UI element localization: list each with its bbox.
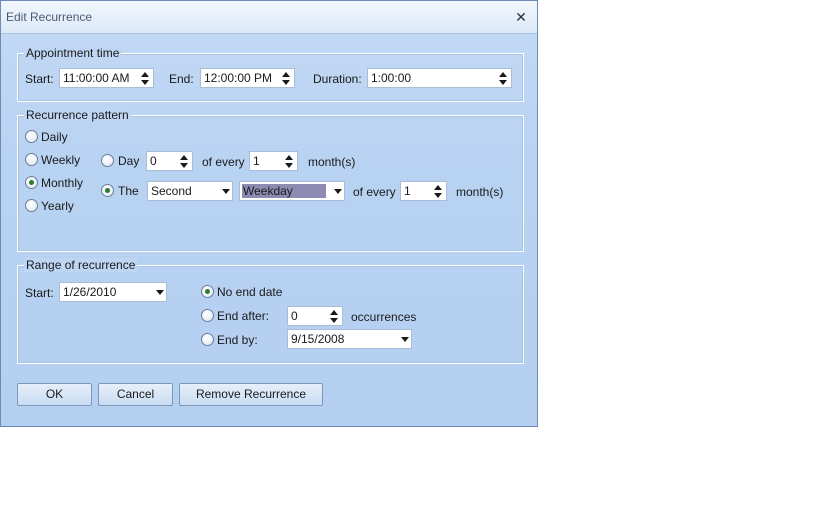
recurrence-pattern-legend: Recurrence pattern <box>24 108 131 122</box>
spin-up-icon[interactable] <box>434 185 442 190</box>
the-months-label: month(s) <box>456 185 504 199</box>
range-start-label: Start: <box>25 286 54 300</box>
duration-input[interactable]: 1:00:00 <box>367 68 512 88</box>
duration-value: 1:00:00 <box>371 71 412 85</box>
day-of-every-label: of every <box>202 155 245 169</box>
duration-label: Duration: <box>313 72 362 86</box>
day-months-spinner[interactable] <box>282 153 296 169</box>
start-time-label: Start: <box>25 72 54 86</box>
spin-down-icon[interactable] <box>285 163 293 168</box>
the-of-every-label: of every <box>353 185 396 199</box>
spin-down-icon[interactable] <box>282 80 290 85</box>
spin-down-icon[interactable] <box>141 80 149 85</box>
day-option-label[interactable]: Day <box>118 154 139 168</box>
end-after-label[interactable]: End after: <box>217 309 269 323</box>
end-time-value: 12:00:00 PM <box>204 71 273 85</box>
close-icon[interactable]: ✕ <box>511 8 531 26</box>
day-months-input[interactable]: 1 <box>249 151 298 171</box>
start-time-value: 11:00:00 AM <box>63 71 130 85</box>
spin-down-icon[interactable] <box>434 193 442 198</box>
occurrences-value: 0 <box>291 309 298 323</box>
spin-up-icon[interactable] <box>330 310 338 315</box>
spin-up-icon[interactable] <box>180 155 188 160</box>
the-option-label[interactable]: The <box>118 184 139 198</box>
title-bar: Edit Recurrence ✕ <box>1 1 537 34</box>
end-after-radio[interactable] <box>201 309 214 322</box>
weekday-value: Weekday <box>243 184 293 198</box>
duration-spinner[interactable] <box>496 70 510 86</box>
yearly-radio[interactable] <box>25 199 38 212</box>
end-time-spinner[interactable] <box>279 70 293 86</box>
ok-button[interactable]: OK <box>17 383 92 406</box>
end-by-label[interactable]: End by: <box>217 333 258 347</box>
spin-up-icon[interactable] <box>282 72 290 77</box>
start-time-spinner[interactable] <box>138 70 152 86</box>
day-number-value: 0 <box>150 154 157 168</box>
end-time-input[interactable]: 12:00:00 PM <box>200 68 295 88</box>
remove-recurrence-button[interactable]: Remove Recurrence <box>179 383 323 406</box>
chevron-down-icon[interactable] <box>156 290 164 295</box>
daily-label[interactable]: Daily <box>41 130 68 144</box>
ordinal-value: Second <box>151 184 192 198</box>
chevron-down-icon[interactable] <box>334 189 342 194</box>
occurrences-input[interactable]: 0 <box>287 306 343 326</box>
spin-up-icon[interactable] <box>285 155 293 160</box>
end-time-label: End: <box>169 72 194 86</box>
no-end-date-label[interactable]: No end date <box>217 285 282 299</box>
occurrences-label: occurrences <box>351 310 417 324</box>
day-months-value: 1 <box>253 154 260 168</box>
range-of-recurrence-group: Range of recurrence <box>17 258 524 364</box>
spin-down-icon[interactable] <box>330 318 338 323</box>
end-by-date-value: 9/15/2008 <box>291 332 345 346</box>
the-months-input[interactable]: 1 <box>400 181 447 201</box>
no-end-date-radio[interactable] <box>201 285 214 298</box>
range-start-date-picker[interactable]: 1/26/2010 <box>59 282 167 302</box>
appointment-time-legend: Appointment time <box>24 46 122 60</box>
weekday-select[interactable]: Weekday <box>239 181 345 201</box>
chevron-down-icon[interactable] <box>222 189 230 194</box>
weekly-label[interactable]: Weekly <box>41 153 80 167</box>
range-of-recurrence-legend: Range of recurrence <box>24 258 138 272</box>
day-number-input[interactable]: 0 <box>146 151 193 171</box>
weekly-radio[interactable] <box>25 153 38 166</box>
spin-up-icon[interactable] <box>141 72 149 77</box>
spin-up-icon[interactable] <box>499 72 507 77</box>
the-months-value: 1 <box>404 184 411 198</box>
occurrences-spinner[interactable] <box>327 308 341 324</box>
day-number-spinner[interactable] <box>177 153 191 169</box>
start-time-input[interactable]: 11:00:00 AM <box>59 68 154 88</box>
range-start-date-value: 1/26/2010 <box>63 285 117 299</box>
the-option-radio[interactable] <box>101 184 114 197</box>
cancel-button[interactable]: Cancel <box>98 383 173 406</box>
yearly-label[interactable]: Yearly <box>41 199 74 213</box>
spin-down-icon[interactable] <box>180 163 188 168</box>
monthly-radio[interactable] <box>25 176 38 189</box>
monthly-label[interactable]: Monthly <box>41 176 83 190</box>
edit-recurrence-dialog: Edit Recurrence ✕ Appointment time Start… <box>0 0 538 427</box>
day-months-label: month(s) <box>308 155 356 169</box>
day-option-radio[interactable] <box>101 154 114 167</box>
end-by-date-picker[interactable]: 9/15/2008 <box>287 329 412 349</box>
daily-radio[interactable] <box>25 130 38 143</box>
window-title: Edit Recurrence <box>6 10 93 24</box>
spin-down-icon[interactable] <box>499 80 507 85</box>
chevron-down-icon[interactable] <box>401 337 409 342</box>
end-by-radio[interactable] <box>201 333 214 346</box>
ordinal-select[interactable]: Second <box>147 181 233 201</box>
the-months-spinner[interactable] <box>431 183 445 199</box>
